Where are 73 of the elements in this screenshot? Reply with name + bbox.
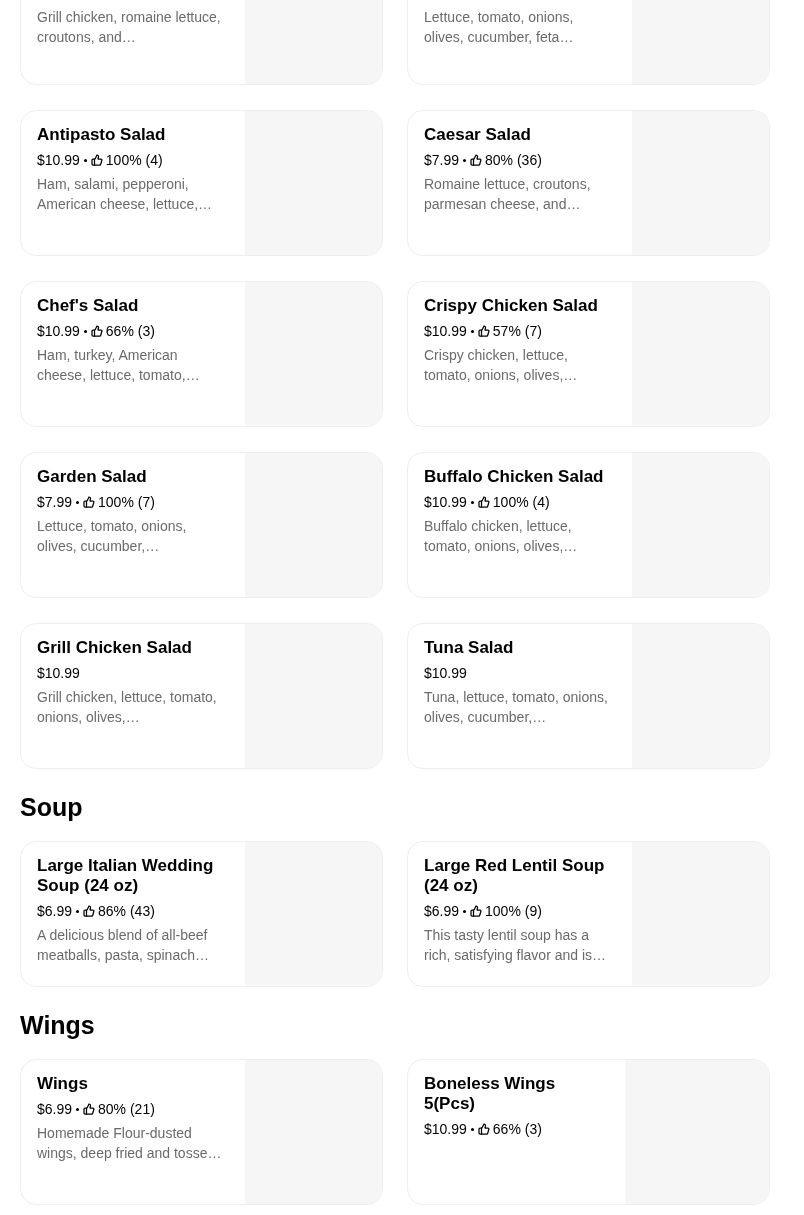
- item-description: This tasty lentil soup has a rich, satisfying flavor and is…: [424, 926, 608, 965]
- item-price: $10.99: [424, 322, 467, 341]
- item-price: $10.99: [424, 1120, 467, 1139]
- item-title: Crispy Chicken Salad: [424, 296, 599, 316]
- item-price: $7.99: [37, 493, 73, 512]
- item-title: Large Italian Wedding Soup (24 oz): [37, 856, 215, 896]
- menu-item-card[interactable]: Caesar Salad $7.99 80% (36) Romaine lettuce, croutons, parmesan cheese, and…: [407, 110, 770, 256]
- item-rating: 86% (43): [98, 902, 155, 921]
- item-rating: 80% (36): [485, 151, 542, 170]
- thumbs-up-icon: [477, 325, 490, 337]
- menu-item-card[interactable]: Tuna Salad $10.99 Tuna, lettuce, tomato, onions, olives, cucumber,…: [407, 623, 770, 769]
- thumbs-up-icon: [90, 325, 103, 337]
- item-title: Caesar Salad: [424, 125, 532, 145]
- item-title: Large Red Lentil Soup (24 oz): [424, 856, 606, 896]
- item-description: Homemade Flour-dusted wings, deep fried and tosse…: [37, 1124, 223, 1163]
- thumbs-up-icon: [83, 496, 96, 508]
- thumbs-up-icon: [83, 905, 96, 917]
- section-heading: Soup: [20, 792, 84, 823]
- item-price: $6.99: [37, 902, 73, 921]
- item-description: Ham, salami, pepperoni, American cheese, lettuce,…: [37, 175, 214, 214]
- item-title: Garden Salad: [37, 467, 148, 487]
- item-price: $6.99: [37, 1100, 73, 1119]
- item-rating: 57% (7): [492, 322, 542, 341]
- item-description: Lettuce, tomato, onions, olives, cucumber, feta…: [424, 8, 575, 47]
- item-price: $10.99: [37, 322, 80, 341]
- item-description: Buffalo chicken, lettuce, tomato, onions, olives,…: [424, 517, 579, 556]
- menu-item-card[interactable]: Wings $6.99 80% (21) Homemade Flour-dusted wings, deep fried and tosse…: [20, 1059, 383, 1205]
- item-rating: 66% (3): [492, 1120, 542, 1139]
- thumbs-up-icon: [470, 905, 483, 917]
- item-description: Romaine lettuce, croutons, parmesan cheese, and…: [424, 175, 592, 214]
- item-description: Grill chicken, romaine lettuce, croutons, and…: [37, 8, 222, 47]
- item-title: Wings: [37, 1074, 89, 1094]
- item-rating: 66% (3): [105, 322, 155, 341]
- menu-item-card[interactable]: Garden Salad $7.99 100% (7) Lettuce, tomato, onions, olives, cucumber,…: [20, 452, 383, 598]
- item-rating: 80% (21): [98, 1100, 155, 1119]
- item-price: $10.99: [424, 664, 467, 683]
- item-description: Lettuce, tomato, onions, olives, cucumber,…: [37, 517, 188, 556]
- item-price: $6.99: [424, 902, 460, 921]
- menu-item-card[interactable]: Antipasto Salad $10.99 100% (4) Ham, salami, pepperoni, American cheese, lettuce,…: [20, 110, 383, 256]
- item-description: Grill chicken, lettuce, tomato, onions, olives,…: [37, 688, 218, 727]
- item-title: Buffalo Chicken Salad: [424, 467, 605, 487]
- thumbs-up-icon: [470, 154, 483, 166]
- menu-item-card[interactable]: Large Red Lentil Soup (24 oz) $6.99 100% (9) This tasty lentil soup has a rich, satisfying flavor and is…: [407, 841, 770, 987]
- menu-item-card[interactable]: Boneless Wings 5(Pcs) $10.99 66% (3): [407, 1059, 770, 1205]
- item-price: $10.99: [424, 493, 467, 512]
- menu-item-card[interactable]: Lettuce, tomato, onions, olives, cucumber, feta…: [407, 0, 770, 85]
- menu-item-card[interactable]: Crispy Chicken Salad $10.99 57% (7) Crispy chicken, lettuce, tomato, onions, olives,…: [407, 281, 770, 427]
- item-title: Tuna Salad: [424, 638, 515, 658]
- item-price: $10.99: [37, 664, 80, 683]
- item-price: $10.99: [37, 151, 80, 170]
- item-description: Ham, turkey, American cheese, lettuce, tomato,…: [37, 346, 201, 385]
- menu-item-card[interactable]: Buffalo Chicken Salad $10.99 100% (4) Buffalo chicken, lettuce, tomato, onions, olives,…: [407, 452, 770, 598]
- item-description: Crispy chicken, lettuce, tomato, onions, olives,…: [424, 346, 579, 385]
- thumbs-up-icon: [477, 1123, 490, 1135]
- thumbs-up-icon: [90, 154, 103, 166]
- item-title: Boneless Wings 5(Pcs): [424, 1074, 557, 1114]
- item-rating: 100% (4): [105, 151, 163, 170]
- item-title: Chef's Salad: [37, 296, 140, 316]
- item-price: $7.99: [424, 151, 460, 170]
- menu-item-card[interactable]: Large Italian Wedding Soup (24 oz) $6.99 86% (43) A delicious blend of all-beef meatballs, pasta, spinach…: [20, 841, 383, 987]
- item-rating: 100% (4): [492, 493, 550, 512]
- menu-item-card[interactable]: Grill chicken, romaine lettuce, croutons, and…: [20, 0, 383, 85]
- item-description: Tuna, lettuce, tomato, onions, olives, cucumber,…: [424, 688, 609, 727]
- item-description: A delicious blend of all-beef meatballs, pasta, spinach…: [37, 926, 210, 965]
- menu-item-card[interactable]: Grill Chicken Salad $10.99 Grill chicken, lettuce, tomato, onions, olives,…: [20, 623, 383, 769]
- item-title: Grill Chicken Salad: [37, 638, 193, 658]
- thumbs-up-icon: [477, 496, 490, 508]
- menu-item-card[interactable]: Chef's Salad $10.99 66% (3) Ham, turkey, American cheese, lettuce, tomato,…: [20, 281, 383, 427]
- item-rating: 100% (7): [98, 493, 155, 512]
- thumbs-up-icon: [83, 1103, 96, 1115]
- item-rating: 100% (9): [485, 902, 542, 921]
- item-title: Antipasto Salad: [37, 125, 167, 145]
- section-heading: Wings: [20, 1010, 96, 1041]
